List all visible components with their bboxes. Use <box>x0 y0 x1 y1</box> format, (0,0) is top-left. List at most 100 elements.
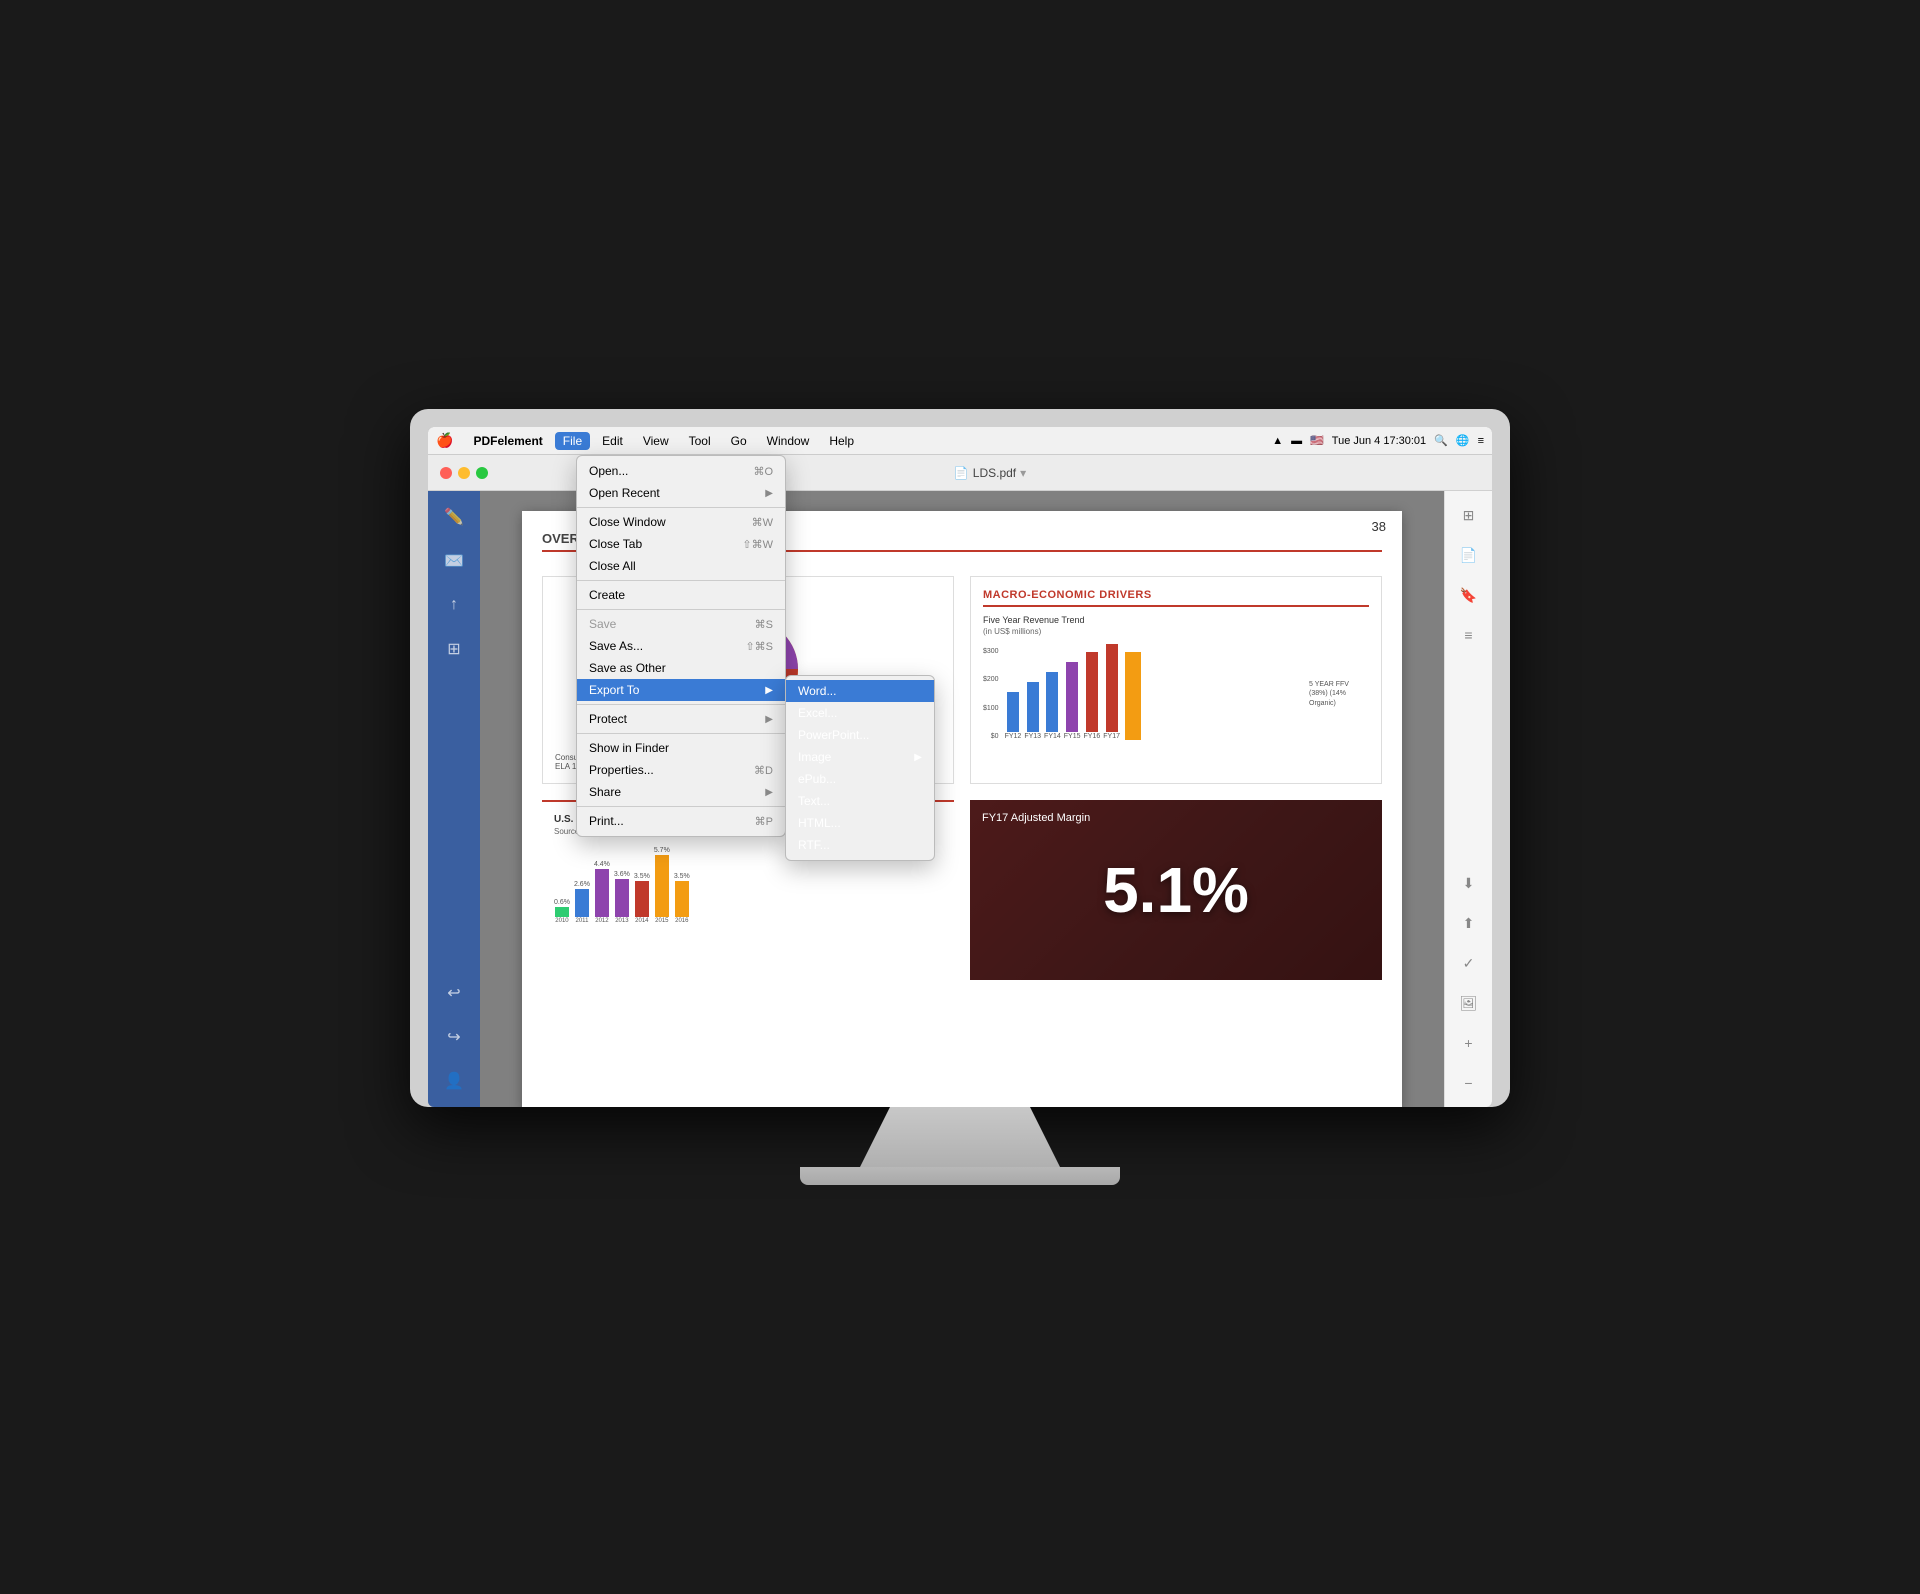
revenue-bar-chart: $300 $200 $100 $0 <box>983 644 1369 744</box>
apple-logo-icon[interactable]: 🍎 <box>436 432 453 449</box>
bar-label-fy16: FY16 <box>1084 733 1101 740</box>
logistics-val-2016: 3.5% <box>674 873 690 880</box>
submenu-item-html-label: HTML... <box>798 816 922 830</box>
submenu-item-powerpoint[interactable]: PowerPoint... <box>786 724 934 746</box>
minimize-button[interactable] <box>458 467 470 479</box>
sidebar-icon-person[interactable]: 👤 <box>436 1063 472 1099</box>
menu-item-save-as[interactable]: Save As... ⇧⌘S <box>577 635 785 657</box>
chevron-down-icon[interactable]: ▾ <box>1020 466 1026 480</box>
submenu-item-image-arrow: ▶ <box>914 752 922 763</box>
menu-item-create[interactable]: Create <box>577 584 785 606</box>
menu-item-export-to[interactable]: Export To ▶ Word... Excel... <box>577 679 785 701</box>
menu-item-close-tab[interactable]: Close Tab ⇧⌘W <box>577 533 785 555</box>
sidebar-icon-redo[interactable]: ↪ <box>436 1019 472 1055</box>
logistics-year-2010: 2010 <box>555 918 568 924</box>
monitor-container: 🍎 PDFelement File Edit View Tool Go Wind… <box>410 409 1510 1185</box>
logistics-year-2016: 2016 <box>675 918 688 924</box>
menu-view[interactable]: View <box>635 432 677 450</box>
menu-sep-1 <box>577 507 785 508</box>
sidebar-icon-share[interactable]: ↑ <box>436 587 472 623</box>
sidebar-icon-undo[interactable]: ↩ <box>436 975 472 1011</box>
submenu-item-text[interactable]: Text... <box>786 790 934 812</box>
logistics-bar-2012 <box>595 869 609 917</box>
menu-item-save-as-shortcut: ⇧⌘S <box>745 640 773 653</box>
submenu-item-excel[interactable]: Excel... <box>786 702 934 724</box>
logistics-val-2010: 0.6% <box>554 899 570 906</box>
submenu-item-rtf[interactable]: RTF... <box>786 834 934 856</box>
menu-item-properties[interactable]: Properties... ⌘D <box>577 759 785 781</box>
menu-go[interactable]: Go <box>723 432 755 450</box>
right-icon-doc-down[interactable]: ⬇ <box>1453 867 1485 899</box>
submenu-item-rtf-label: RTF... <box>798 838 922 852</box>
logistics-bar-2016 <box>675 881 689 917</box>
wifi-icon: ▲ <box>1272 435 1283 447</box>
sidebar-icon-layers[interactable]: ⊞ <box>436 631 472 667</box>
bar-label-fy13: FY13 <box>1024 733 1041 740</box>
menu-item-save-as-other[interactable]: Save as Other <box>577 657 785 679</box>
logistics-bar-2010 <box>555 907 569 917</box>
menu-edit[interactable]: Edit <box>594 432 631 450</box>
menu-item-close-window[interactable]: Close Window ⌘W <box>577 511 785 533</box>
menu-item-show-in-finder-label: Show in Finder <box>589 741 773 755</box>
menu-item-export-to-label: Export To <box>589 683 757 697</box>
sidebar-icon-pencil[interactable]: ✏️ <box>436 499 472 535</box>
menu-help[interactable]: Help <box>821 432 862 450</box>
menu-item-save[interactable]: Save ⌘S <box>577 613 785 635</box>
menu-item-protect[interactable]: Protect ▶ <box>577 708 785 730</box>
menu-sep-4 <box>577 704 785 705</box>
submenu-item-text-label: Text... <box>798 794 922 808</box>
menu-icon[interactable]: ≡ <box>1478 435 1484 447</box>
submenu-item-excel-label: Excel... <box>798 706 922 720</box>
menu-window[interactable]: Window <box>759 432 818 450</box>
right-icon-doc[interactable]: 📄 <box>1453 539 1485 571</box>
right-icon-bookmark[interactable]: 🔖 <box>1453 579 1485 611</box>
menu-item-open[interactable]: Open... ⌘O <box>577 460 785 482</box>
right-icon-doc-up[interactable]: ⬆ <box>1453 907 1485 939</box>
left-sidebar: ✏️ ✉️ ↑ ⊞ ↩ ↪ 👤 <box>428 491 480 1107</box>
menu-item-close-tab-label: Close Tab <box>589 537 726 551</box>
close-button[interactable] <box>440 467 452 479</box>
menu-item-open-recent[interactable]: Open Recent ▶ <box>577 482 785 504</box>
world-icon[interactable]: 🌐 <box>1456 434 1470 447</box>
submenu-item-epub[interactable]: ePub... <box>786 768 934 790</box>
submenu-item-epub-label: ePub... <box>798 772 922 786</box>
menu-item-open-shortcut: ⌘O <box>753 465 773 478</box>
right-icon-plus[interactable]: + <box>1453 1027 1485 1059</box>
menu-file[interactable]: File <box>555 432 590 450</box>
export-submenu[interactable]: Word... Excel... PowerPoint... Image <box>785 675 935 861</box>
logistics-val-2015: 5.7% <box>654 847 670 854</box>
menu-item-print[interactable]: Print... ⌘P <box>577 810 785 832</box>
submenu-item-word[interactable]: Word... <box>786 680 934 702</box>
search-icon[interactable]: 🔍 <box>1434 434 1448 447</box>
menu-item-close-all[interactable]: Close All <box>577 555 785 577</box>
menu-item-close-all-label: Close All <box>589 559 773 573</box>
chart-legend-text: 5 YEAR FFV (38%) (14% Organic) <box>1309 680 1369 707</box>
submenu-item-html[interactable]: HTML... <box>786 812 934 834</box>
menu-app-name[interactable]: PDFelement <box>465 432 550 450</box>
sidebar-icon-envelope[interactable]: ✉️ <box>436 543 472 579</box>
maximize-button[interactable] <box>476 467 488 479</box>
submenu-item-image[interactable]: Image ▶ <box>786 746 934 768</box>
right-icon-image[interactable]: 🖼 <box>1453 987 1485 1019</box>
right-icon-lines[interactable]: ≡ <box>1453 619 1485 651</box>
logistics-bar-2015 <box>655 855 669 917</box>
menu-tool[interactable]: Tool <box>681 432 719 450</box>
right-icon-minus[interactable]: − <box>1453 1067 1485 1099</box>
logistics-year-2013: 2013 <box>615 918 628 924</box>
traffic-lights <box>440 467 488 479</box>
menu-item-share[interactable]: Share ▶ <box>577 781 785 803</box>
menu-item-save-label: Save <box>589 617 739 631</box>
menu-sep-5 <box>577 733 785 734</box>
file-menu-dropdown[interactable]: Open... ⌘O Open Recent ▶ Close Window ⌘W <box>576 455 786 837</box>
menu-sep-6 <box>577 806 785 807</box>
bar-label-fy15: FY15 <box>1064 733 1081 740</box>
menu-item-show-in-finder[interactable]: Show in Finder <box>577 737 785 759</box>
bar-label-fy14: FY14 <box>1044 733 1061 740</box>
chart-subtitle: (in US$ millions) <box>983 627 1369 636</box>
battery-icon: ▬ <box>1291 435 1302 447</box>
menu-item-close-window-label: Close Window <box>589 515 736 529</box>
right-icon-grid[interactable]: ⊞ <box>1453 499 1485 531</box>
menu-sep-3 <box>577 609 785 610</box>
bar-legend-indicator <box>1125 652 1141 740</box>
right-icon-doc-check[interactable]: ✓ <box>1453 947 1485 979</box>
